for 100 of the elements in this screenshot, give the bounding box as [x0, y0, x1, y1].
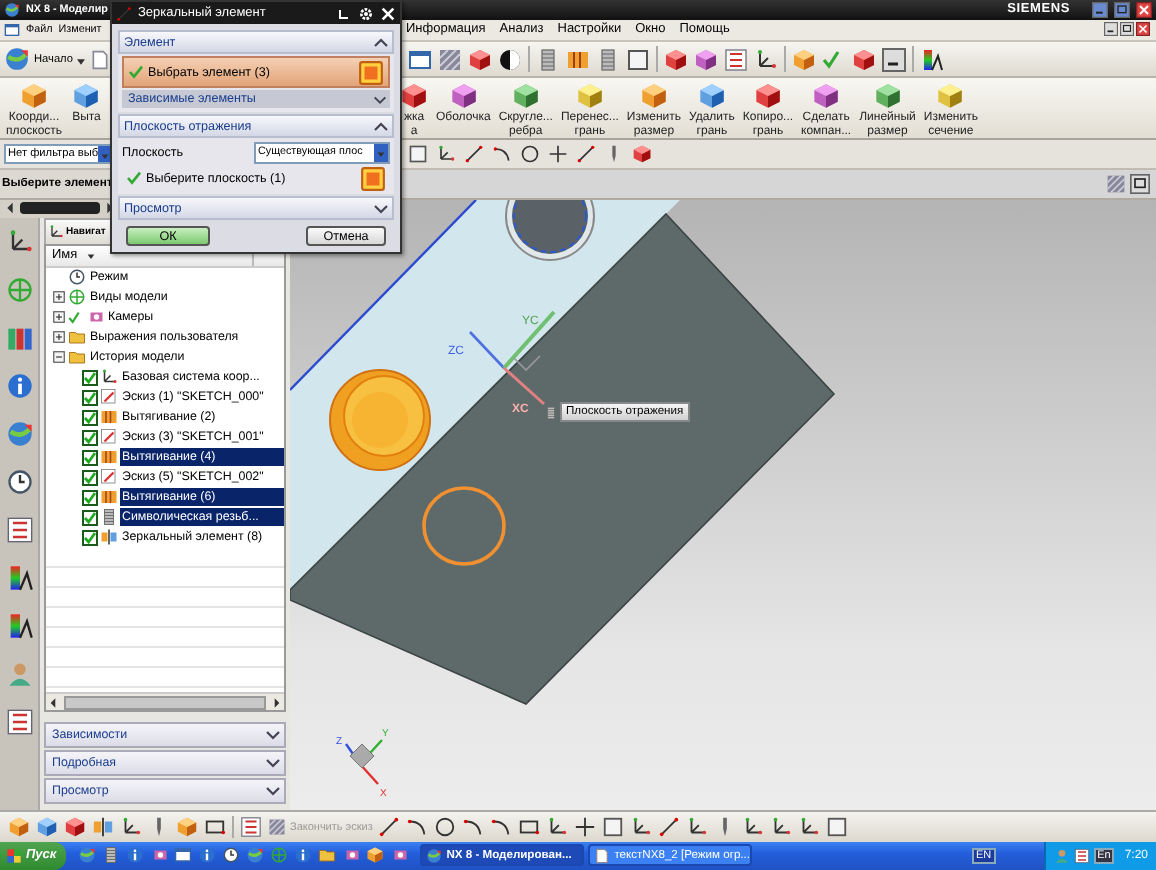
cube-icon[interactable]: [697, 82, 726, 111]
spectrum-icon[interactable]: [920, 47, 944, 72]
clock-icon[interactable]: [222, 846, 241, 865]
visibility-checkbox[interactable]: [82, 389, 98, 406]
csys-icon[interactable]: [770, 816, 793, 839]
circle-icon[interactable]: [520, 144, 540, 165]
line-icon[interactable]: [658, 816, 681, 839]
scroll-left-icon[interactable]: [46, 695, 60, 710]
line-icon[interactable]: [378, 816, 401, 839]
sketch-icon: [100, 468, 118, 487]
cube-icon[interactable]: [64, 816, 86, 839]
app-icon[interactable]: [4, 21, 20, 38]
sketch-icon: [100, 388, 118, 407]
windows-logo-icon: [6, 847, 22, 864]
circle-icon[interactable]: [434, 816, 457, 839]
cube-icon[interactable]: [632, 144, 652, 165]
csys-icon[interactable]: [754, 47, 778, 72]
line-icon[interactable]: [464, 144, 484, 165]
cube-icon[interactable]: [468, 47, 492, 72]
csys-icon[interactable]: [742, 816, 765, 839]
maximize-button[interactable]: [1114, 1, 1130, 18]
sq-icon[interactable]: [602, 816, 625, 839]
info-icon[interactable]: [3, 369, 35, 402]
cube-icon[interactable]: [694, 47, 718, 72]
bars-icon[interactable]: [724, 47, 748, 72]
visibility-checkbox[interactable]: [82, 509, 98, 526]
plus-icon[interactable]: [574, 816, 597, 839]
win-icon[interactable]: [174, 846, 193, 865]
expand-toggle-icon[interactable]: [52, 330, 66, 345]
visibility-checkbox[interactable]: [82, 529, 98, 546]
sq-icon[interactable]: [826, 816, 849, 839]
bars-icon[interactable]: [3, 513, 35, 546]
expand-toggle-icon[interactable]: [52, 350, 66, 365]
visibility-checkbox[interactable]: [82, 449, 98, 466]
reset-icon[interactable]: [336, 5, 352, 21]
app-icon: [426, 847, 443, 864]
csys-icon[interactable]: [546, 816, 569, 839]
view-triad-drawing: [345, 739, 383, 785]
clock-icon: [68, 268, 86, 287]
cube-icon[interactable]: [449, 82, 478, 111]
check-icon: [128, 64, 144, 80]
cube-icon[interactable]: [664, 47, 688, 72]
app-icon: [594, 847, 611, 864]
hatch-icon[interactable]: [438, 47, 462, 72]
visibility-checkbox[interactable]: [82, 489, 98, 506]
check-icon: [126, 170, 142, 186]
scroll-left-icon[interactable]: [2, 200, 18, 217]
scroll-right-icon[interactable]: [270, 695, 284, 710]
camera-icon[interactable]: [150, 846, 169, 865]
info-icon[interactable]: [294, 846, 313, 865]
settings-icon[interactable]: [358, 5, 374, 21]
dropdown-arrow-icon: [376, 147, 386, 157]
sq-icon[interactable]: [626, 47, 650, 72]
close-button[interactable]: [1136, 22, 1150, 37]
arc-icon[interactable]: [406, 816, 429, 839]
csys-icon: [100, 368, 118, 387]
visibility-checkbox[interactable]: [82, 369, 98, 386]
cube-icon[interactable]: [873, 82, 902, 111]
rect-icon[interactable]: [518, 816, 541, 839]
line-icon[interactable]: [576, 144, 596, 165]
close-button[interactable]: [1136, 1, 1152, 18]
tray-icon[interactable]: [1073, 847, 1090, 864]
plus-icon[interactable]: [548, 144, 568, 165]
cube-icon[interactable]: [36, 816, 58, 839]
clock-icon[interactable]: [3, 465, 35, 498]
arc-icon[interactable]: [492, 144, 512, 165]
arc-icon[interactable]: [462, 816, 485, 839]
folder-icon[interactable]: [318, 846, 337, 865]
expand-toggle-icon[interactable]: [52, 310, 66, 325]
camera-icon: [86, 308, 104, 327]
cube-icon[interactable]: [852, 47, 876, 72]
expand-toggle-icon[interactable]: [52, 290, 66, 305]
info-icon[interactable]: [126, 846, 145, 865]
minimize-button[interactable]: [1092, 1, 1108, 18]
cube-icon[interactable]: [400, 82, 428, 111]
visibility-checkbox[interactable]: [82, 429, 98, 446]
win-icon[interactable]: [408, 47, 432, 72]
close-icon[interactable]: [380, 5, 396, 21]
csys-icon[interactable]: [798, 816, 821, 839]
mirror-icon[interactable]: [92, 816, 114, 839]
csys-icon[interactable]: [120, 816, 142, 839]
camera-icon[interactable]: [390, 846, 409, 865]
cube-icon[interactable]: [511, 82, 540, 111]
cube-icon[interactable]: [812, 82, 841, 111]
restore-button[interactable]: [1120, 22, 1134, 37]
minimize-button[interactable]: [1104, 22, 1118, 37]
csys-icon[interactable]: [686, 816, 709, 839]
sort-arrow-icon: [85, 250, 96, 261]
arc-icon[interactable]: [490, 816, 513, 839]
cube-icon[interactable]: [72, 82, 101, 111]
sq-icon[interactable]: [408, 144, 428, 165]
cube-icon[interactable]: [753, 82, 782, 111]
camera-icon[interactable]: [342, 846, 361, 865]
csys-icon[interactable]: [630, 816, 653, 839]
bars-icon[interactable]: [3, 705, 35, 738]
rect-icon[interactable]: [204, 816, 226, 839]
info-icon[interactable]: [198, 846, 217, 865]
visibility-checkbox[interactable]: [82, 409, 98, 426]
csys-icon[interactable]: [436, 144, 456, 165]
visibility-checkbox[interactable]: [82, 469, 98, 486]
